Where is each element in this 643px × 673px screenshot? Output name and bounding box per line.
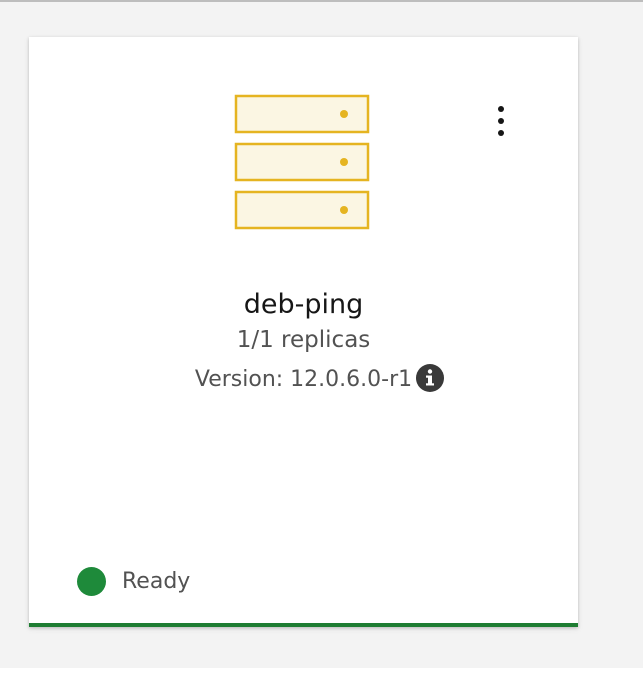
card-title: deb-ping	[243, 289, 364, 320]
overflow-menu-vertical-icon[interactable]	[487, 101, 515, 141]
bottom-edge	[0, 668, 643, 673]
information-icon[interactable]	[415, 363, 445, 393]
status-label: Ready	[122, 568, 191, 594]
version-row: Version: 12.0.6.0-r1	[29, 364, 578, 392]
status-dot-icon	[77, 566, 106, 596]
card-status-accent-bar	[29, 623, 578, 627]
deployment-card[interactable]: deb-ping 1/1 replicas Version: 12.0.6.0-…	[29, 37, 578, 627]
replicas-count: 1/1 replicas	[236, 327, 371, 353]
top-divider	[0, 0, 643, 2]
server-stack-icon	[234, 94, 370, 230]
version-text: Version: 12.0.6.0-r1	[194, 367, 413, 392]
status-indicator: Ready	[77, 564, 190, 598]
